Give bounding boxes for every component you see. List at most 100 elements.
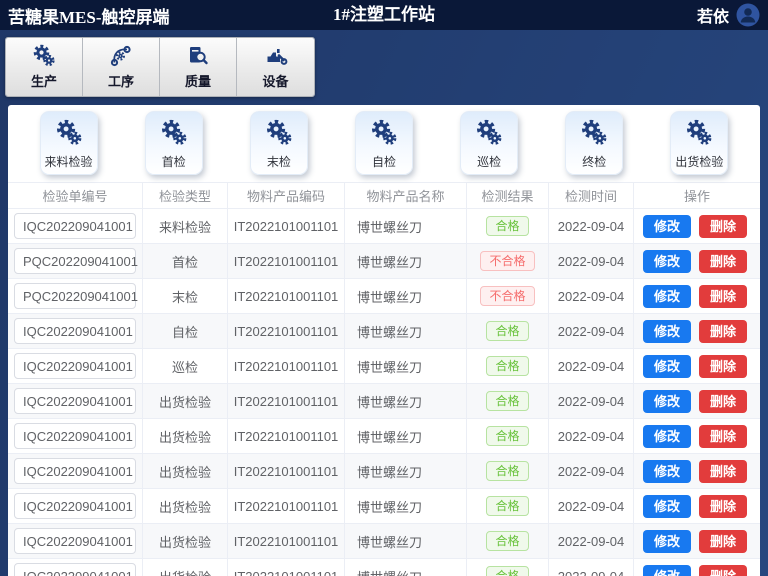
tab-first-inspection[interactable]: 首检 bbox=[145, 111, 203, 175]
table-row: IQC202209041001 来料检验 IT2022101001101 博世螺… bbox=[8, 209, 760, 244]
delete-button[interactable]: 删除 bbox=[699, 250, 747, 273]
user-area[interactable]: 若依 bbox=[697, 3, 760, 27]
material-name-cell: 博世螺丝刀 bbox=[345, 314, 467, 348]
date-cell: 2022-09-04 bbox=[549, 244, 634, 278]
app-title: 苦糖果MES-触控屏端 bbox=[8, 3, 170, 28]
tab-label: 自检 bbox=[372, 153, 396, 170]
delete-button[interactable]: 删除 bbox=[699, 530, 747, 553]
result-badge: 不合格 bbox=[480, 286, 534, 306]
material-code-cell: IT2022101001101 bbox=[228, 349, 345, 383]
delete-button[interactable]: 删除 bbox=[699, 495, 747, 518]
gears-icon bbox=[160, 119, 188, 147]
order-no-input[interactable]: IQC202209041001 bbox=[14, 528, 136, 554]
order-no-input[interactable]: IQC202209041001 bbox=[14, 388, 136, 414]
delete-button[interactable]: 删除 bbox=[699, 320, 747, 343]
toolbar-item-label: 生产 bbox=[31, 71, 57, 90]
order-no-input[interactable]: IQC202209041001 bbox=[14, 318, 136, 344]
col-material-code: 物料产品编码 bbox=[228, 183, 345, 208]
order-no-input[interactable]: PQC202209041001 bbox=[14, 283, 136, 309]
toolbar-item-production[interactable]: 生产 bbox=[6, 38, 83, 96]
edit-button[interactable]: 修改 bbox=[643, 425, 691, 448]
user-avatar-icon[interactable] bbox=[736, 3, 760, 27]
equipment-machine-icon bbox=[264, 44, 288, 68]
inspection-type-cell: 出货检验 bbox=[143, 419, 228, 453]
gears-icon bbox=[55, 119, 83, 147]
gears-icon bbox=[475, 119, 503, 147]
edit-button[interactable]: 修改 bbox=[643, 215, 691, 238]
toolbar-item-label: 质量 bbox=[185, 71, 211, 90]
material-name-cell: 博世螺丝刀 bbox=[345, 559, 467, 576]
tab-label: 终检 bbox=[582, 153, 606, 170]
toolbar-item-quality[interactable]: 质量 bbox=[160, 38, 237, 96]
order-no-input[interactable]: IQC202209041001 bbox=[14, 353, 136, 379]
tab-final-inspection[interactable]: 终检 bbox=[565, 111, 623, 175]
material-name-cell: 博世螺丝刀 bbox=[345, 454, 467, 488]
col-material-name: 物料产品名称 bbox=[345, 183, 467, 208]
tab-label: 巡检 bbox=[477, 153, 501, 170]
edit-button[interactable]: 修改 bbox=[643, 460, 691, 483]
edit-button[interactable]: 修改 bbox=[643, 355, 691, 378]
tab-label: 出货检验 bbox=[675, 153, 723, 170]
col-actions: 操作 bbox=[634, 183, 760, 208]
tab-incoming-inspection[interactable]: 来料检验 bbox=[40, 111, 98, 175]
date-cell: 2022-09-04 bbox=[549, 489, 634, 523]
edit-button[interactable]: 修改 bbox=[643, 495, 691, 518]
tab-self-inspection[interactable]: 自检 bbox=[355, 111, 413, 175]
order-no-input[interactable]: IQC202209041001 bbox=[14, 423, 136, 449]
material-code-cell: IT2022101001101 bbox=[228, 559, 345, 576]
table-row: IQC202209041001 出货检验 IT2022101001101 博世螺… bbox=[8, 384, 760, 419]
material-name-cell: 博世螺丝刀 bbox=[345, 384, 467, 418]
date-cell: 2022-09-04 bbox=[549, 349, 634, 383]
delete-button[interactable]: 删除 bbox=[699, 285, 747, 308]
edit-button[interactable]: 修改 bbox=[643, 285, 691, 308]
date-cell: 2022-09-04 bbox=[549, 454, 634, 488]
edit-button[interactable]: 修改 bbox=[643, 320, 691, 343]
toolbar-item-equipment[interactable]: 设备 bbox=[237, 38, 314, 96]
order-no-input[interactable]: IQC202209041001 bbox=[14, 563, 136, 576]
delete-button[interactable]: 删除 bbox=[699, 355, 747, 378]
edit-button[interactable]: 修改 bbox=[643, 565, 691, 576]
material-code-cell: IT2022101001101 bbox=[228, 244, 345, 278]
edit-button[interactable]: 修改 bbox=[643, 250, 691, 273]
tab-outgoing-inspection[interactable]: 出货检验 bbox=[670, 111, 728, 175]
result-badge: 合格 bbox=[486, 216, 528, 236]
delete-button[interactable]: 删除 bbox=[699, 565, 747, 576]
result-badge: 合格 bbox=[486, 356, 528, 376]
delete-button[interactable]: 删除 bbox=[699, 460, 747, 483]
date-cell: 2022-09-04 bbox=[549, 314, 634, 348]
username: 若依 bbox=[697, 3, 729, 27]
result-badge: 合格 bbox=[486, 566, 528, 576]
edit-button[interactable]: 修改 bbox=[643, 530, 691, 553]
material-name-cell: 博世螺丝刀 bbox=[345, 279, 467, 313]
material-code-cell: IT2022101001101 bbox=[228, 489, 345, 523]
date-cell: 2022-09-04 bbox=[549, 209, 634, 243]
delete-button[interactable]: 删除 bbox=[699, 215, 747, 238]
material-code-cell: IT2022101001101 bbox=[228, 454, 345, 488]
table-row: IQC202209041001 巡检 IT2022101001101 博世螺丝刀… bbox=[8, 349, 760, 384]
order-no-input[interactable]: IQC202209041001 bbox=[14, 458, 136, 484]
date-cell: 2022-09-04 bbox=[549, 524, 634, 558]
material-name-cell: 博世螺丝刀 bbox=[345, 524, 467, 558]
inspection-type-cell: 出货检验 bbox=[143, 489, 228, 523]
date-cell: 2022-09-04 bbox=[549, 559, 634, 576]
order-no-input[interactable]: IQC202209041001 bbox=[14, 493, 136, 519]
date-cell: 2022-09-04 bbox=[549, 419, 634, 453]
gears-icon bbox=[370, 119, 398, 147]
toolbar-item-process[interactable]: 工序 bbox=[83, 38, 160, 96]
inspection-type-cell: 出货检验 bbox=[143, 384, 228, 418]
material-code-cell: IT2022101001101 bbox=[228, 209, 345, 243]
edit-button[interactable]: 修改 bbox=[643, 390, 691, 413]
station-title: 1#注塑工作站 bbox=[333, 0, 435, 30]
order-no-input[interactable]: PQC202209041001 bbox=[14, 248, 136, 274]
delete-button[interactable]: 删除 bbox=[699, 390, 747, 413]
result-badge: 合格 bbox=[486, 321, 528, 341]
material-code-cell: IT2022101001101 bbox=[228, 279, 345, 313]
material-code-cell: IT2022101001101 bbox=[228, 419, 345, 453]
tab-patrol-inspection[interactable]: 巡检 bbox=[460, 111, 518, 175]
tab-last-inspection[interactable]: 末检 bbox=[250, 111, 308, 175]
order-no-input[interactable]: IQC202209041001 bbox=[14, 213, 136, 239]
result-badge: 合格 bbox=[486, 461, 528, 481]
delete-button[interactable]: 删除 bbox=[699, 425, 747, 448]
result-badge: 合格 bbox=[486, 426, 528, 446]
result-badge: 合格 bbox=[486, 496, 528, 516]
